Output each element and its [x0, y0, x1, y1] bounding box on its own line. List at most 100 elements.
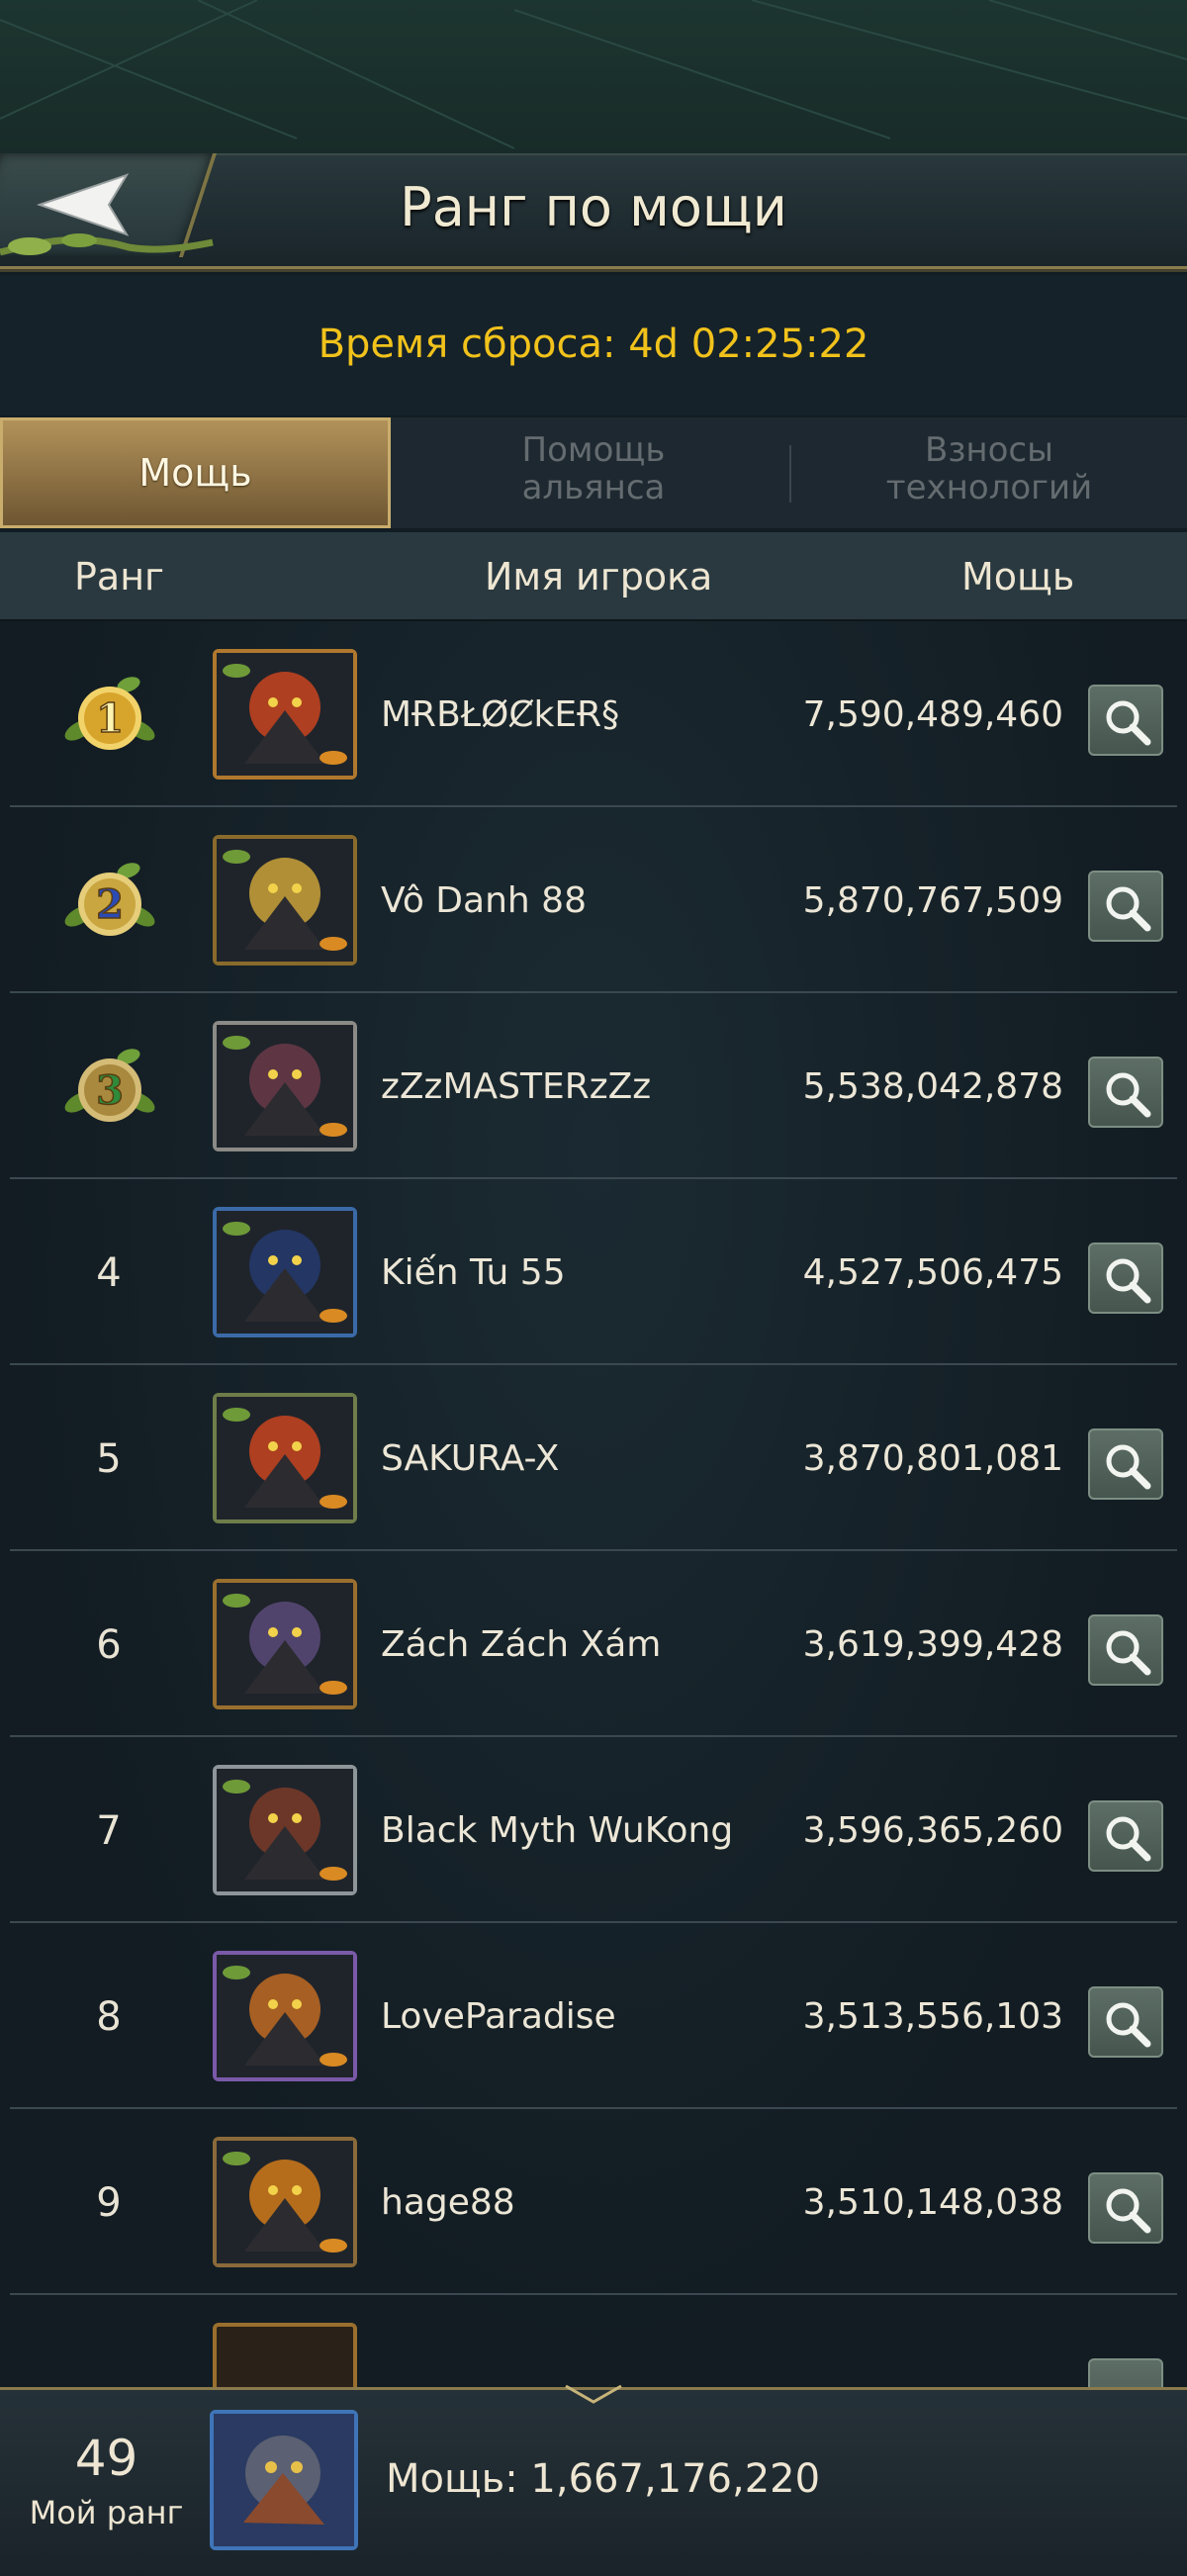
page-title: Ранг по мощи — [400, 176, 787, 238]
player-name: LoveParadise — [381, 1996, 616, 2037]
table-row[interactable]: 3 zZzMASTERzZz 5,538,042,878 — [0, 993, 1187, 1179]
player-avatar[interactable] — [213, 1021, 357, 1151]
background-pattern — [0, 0, 1187, 149]
player-power: 3,510,148,038 — [802, 2182, 1063, 2223]
player-avatar[interactable] — [213, 1951, 357, 2081]
player-name: Kiến Tu 55 — [381, 1252, 566, 1293]
magnifier-icon — [1106, 1630, 1151, 1676]
rank-number: 6 — [96, 1622, 122, 1668]
player-avatar[interactable] — [213, 1393, 357, 1523]
magnifier-icon — [1106, 1816, 1151, 1862]
player-name: hage88 — [381, 2182, 515, 2223]
rank-number: 7 — [96, 1808, 122, 1854]
magnifier-icon — [1106, 1072, 1151, 1118]
tab-tech-contributions-label: Взносы технологий — [885, 430, 1093, 507]
reset-timer: Время сброса: 4d 02:25:22 — [318, 322, 869, 367]
player-avatar[interactable] — [213, 2323, 357, 2387]
medal-number: 3 — [96, 1067, 124, 1114]
rank-number: 9 — [96, 2180, 122, 2226]
my-rank-value: 49 — [74, 2430, 138, 2487]
magnifier-icon — [1106, 1444, 1151, 1490]
tab-power-label: Мощь — [138, 451, 252, 495]
search-button[interactable] — [1088, 685, 1163, 756]
bronze-medal-3-icon: 3 — [64, 1049, 155, 1122]
magnifier-icon — [1106, 2002, 1151, 2048]
column-rank: Ранг — [74, 555, 165, 598]
search-button[interactable] — [1088, 1614, 1163, 1686]
magnifier-icon — [1106, 700, 1151, 746]
table-row[interactable]: 7 Black Myth WuKong 3,596,365,260 — [0, 1737, 1187, 1923]
tab-alliance-help-label: Помощь альянса — [521, 430, 666, 507]
column-power: Мощь — [961, 555, 1075, 598]
gold-medal-1-icon: 1 — [64, 677, 155, 750]
search-button[interactable] — [1088, 2358, 1163, 2387]
table-row[interactable]: 2 Vô Danh 88 5,870,767,509 — [0, 807, 1187, 993]
avatar-art — [217, 2141, 353, 2263]
avatar-art — [217, 1211, 353, 1334]
table-row[interactable]: 4 Kiến Tu 55 4,527,506,475 — [0, 1179, 1187, 1365]
silver-medal-2-icon: 2 — [64, 863, 155, 936]
tab-tech-contributions[interactable]: Взносы технологий — [791, 417, 1187, 528]
player-power: 5,538,042,878 — [802, 1066, 1063, 1107]
my-power: Мощь: 1,667,176,220 — [386, 2456, 821, 2502]
player-name: MɌBŁØȻkEɌ§ — [381, 694, 620, 735]
column-player-name: Имя игрока — [485, 555, 713, 598]
player-name: zZzMASTERzZz — [381, 1066, 652, 1107]
back-button[interactable] — [0, 153, 228, 270]
player-avatar[interactable] — [213, 835, 357, 966]
player-power: 3,619,399,428 — [802, 1624, 1063, 1665]
player-name: Vô Danh 88 — [381, 880, 587, 921]
medal-number: 2 — [96, 881, 124, 928]
search-button[interactable] — [1088, 2172, 1163, 2244]
search-button[interactable] — [1088, 1800, 1163, 1872]
table-row[interactable]: 8 LoveParadise 3,513,556,103 — [0, 1923, 1187, 2109]
table-row[interactable]: 6 Zách Zách Xám 3,619,399,428 — [0, 1551, 1187, 1737]
player-power: 3,596,365,260 — [802, 1810, 1063, 1851]
ranking-list[interactable]: 1 MɌBŁØȻkEɌ§ 7,590,489,460 2 Vô Danh 88 … — [0, 621, 1187, 2387]
my-avatar[interactable] — [210, 2410, 358, 2550]
table-row[interactable]: 1 MɌBŁØȻkEɌ§ 7,590,489,460 — [0, 621, 1187, 807]
avatar-art — [217, 1955, 353, 2077]
player-avatar[interactable] — [213, 1765, 357, 1895]
player-power: 7,590,489,460 — [802, 694, 1063, 735]
table-row[interactable]: 5 SAKURA-X 3,870,801,081 — [0, 1365, 1187, 1551]
rank-number: 5 — [96, 1436, 122, 1482]
back-arrow-icon — [0, 173, 214, 256]
search-button[interactable] — [1088, 871, 1163, 942]
search-button[interactable] — [1088, 1986, 1163, 2058]
table-row-partial[interactable] — [0, 2295, 1187, 2387]
rank-number: 8 — [96, 1994, 122, 2040]
player-avatar[interactable] — [213, 1579, 357, 1709]
search-button[interactable] — [1088, 1242, 1163, 1314]
player-name: SAKURA-X — [381, 1438, 560, 1479]
rank-number: 4 — [96, 1250, 122, 1296]
player-avatar[interactable] — [213, 1207, 357, 1337]
tab-bar: Мощь Помощь альянса Взносы технологий — [0, 417, 1187, 528]
player-avatar[interactable] — [213, 2137, 357, 2267]
search-button[interactable] — [1088, 1057, 1163, 1128]
column-headers: Ранг Имя игрока Мощь — [0, 532, 1187, 621]
avatar-art — [217, 1025, 353, 1148]
search-button[interactable] — [1088, 1428, 1163, 1500]
player-power: 3,513,556,103 — [802, 1996, 1063, 2037]
avatar-art — [217, 653, 353, 776]
my-rank-label: Мой ранг — [29, 2494, 184, 2531]
player-avatar[interactable] — [213, 649, 357, 780]
avatar-art — [214, 2414, 354, 2546]
tab-alliance-help[interactable]: Помощь альянса — [396, 417, 791, 528]
avatar-art — [217, 1769, 353, 1891]
player-power: 3,870,801,081 — [802, 1438, 1063, 1479]
top-background — [0, 0, 1187, 153]
table-row[interactable]: 9 hage88 3,510,148,038 — [0, 2109, 1187, 2295]
avatar-art — [217, 839, 353, 962]
avatar-art — [217, 1583, 353, 1705]
magnifier-icon — [1106, 1258, 1151, 1304]
magnifier-icon — [1106, 886, 1151, 932]
player-power: 4,527,506,475 — [802, 1252, 1063, 1293]
magnifier-icon — [1106, 2188, 1151, 2234]
tab-power[interactable]: Мощь — [0, 417, 391, 528]
player-power: 5,870,767,509 — [802, 880, 1063, 921]
medal-number: 1 — [96, 695, 124, 742]
player-name: Black Myth WuKong — [381, 1810, 734, 1851]
avatar-art — [217, 1397, 353, 1519]
